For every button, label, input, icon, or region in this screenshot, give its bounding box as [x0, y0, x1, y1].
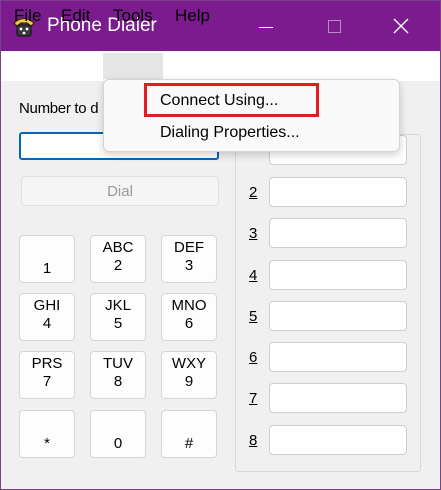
key-digit: 6 — [184, 315, 194, 332]
key-letters: DEF — [174, 239, 204, 256]
annotation-highlight-box — [144, 83, 319, 117]
close-icon[interactable] — [367, 1, 435, 51]
dial-button[interactable]: Dial — [21, 176, 219, 206]
speed-dial-button-5[interactable] — [269, 301, 407, 331]
key-letters: MNO — [171, 297, 207, 314]
speed-dial-label-4: 4 — [249, 267, 258, 284]
speed-dial-button-3[interactable] — [269, 218, 407, 248]
key-digit: 3 — [184, 257, 194, 274]
key-2[interactable]: ABC 2 — [90, 235, 146, 283]
key-8[interactable]: TUV 8 — [90, 351, 146, 399]
speed-dial-label-3: 3 — [249, 225, 258, 242]
key-letters: TUV — [103, 355, 133, 372]
speed-dial-label-5: 5 — [249, 308, 258, 325]
speed-dial-label-7: 7 — [249, 390, 258, 407]
key-4[interactable]: GHI 4 — [19, 293, 75, 341]
menu-file[interactable]: File — [14, 6, 41, 26]
speed-dial-button-4[interactable] — [269, 260, 407, 290]
key-label: 0 — [113, 435, 123, 452]
menu-tools[interactable]: Tools — [113, 6, 153, 26]
key-digit: 5 — [113, 315, 123, 332]
key-3[interactable]: DEF 3 — [161, 235, 217, 283]
key-letters: GHI — [33, 297, 61, 314]
key-6[interactable]: MNO 6 — [161, 293, 217, 341]
key-letters: PRS — [31, 355, 63, 372]
key-label: # — [184, 435, 194, 452]
key-digit: 8 — [113, 373, 123, 390]
key-star[interactable]: * — [19, 410, 75, 458]
key-9[interactable]: WXY 9 — [161, 351, 217, 399]
speed-dial-button-7[interactable] — [269, 383, 407, 413]
key-0[interactable]: 0 — [90, 410, 146, 458]
maximize-icon[interactable] — [299, 1, 367, 51]
key-5[interactable]: JKL 5 — [90, 293, 146, 341]
key-digit: 9 — [184, 373, 194, 390]
number-to-dial-label: Number to d — [19, 100, 99, 117]
key-digit: 4 — [42, 315, 52, 332]
menu-bar — [1, 51, 440, 81]
phone-dialer-window: Phone Dialer File Edit Tools Help Number… — [0, 0, 441, 490]
minimize-icon[interactable] — [231, 1, 299, 51]
key-letters: JKL — [105, 297, 131, 314]
menu-item-dialing-properties[interactable]: Dialing Properties... — [160, 124, 300, 142]
key-digit: 7 — [42, 373, 52, 390]
menu-help[interactable]: Help — [175, 6, 210, 26]
menu-edit[interactable]: Edit — [61, 6, 90, 26]
key-label: 1 — [42, 260, 52, 277]
key-hash[interactable]: # — [161, 410, 217, 458]
key-label: * — [44, 435, 50, 452]
tools-menu-highlight — [103, 53, 163, 79]
speed-dial-button-2[interactable] — [269, 177, 407, 207]
key-letters: ABC — [102, 239, 134, 256]
speed-dial-button-8[interactable] — [269, 425, 407, 455]
key-letters: WXY — [171, 355, 207, 372]
key-digit: 2 — [113, 257, 123, 274]
speed-dial-label-8: 8 — [249, 432, 258, 449]
speed-dial-label-2: 2 — [249, 184, 258, 201]
key-1[interactable]: 1 — [19, 235, 75, 283]
speed-dial-label-6: 6 — [249, 349, 258, 366]
key-7[interactable]: PRS 7 — [19, 351, 75, 399]
speed-dial-button-6[interactable] — [269, 342, 407, 372]
